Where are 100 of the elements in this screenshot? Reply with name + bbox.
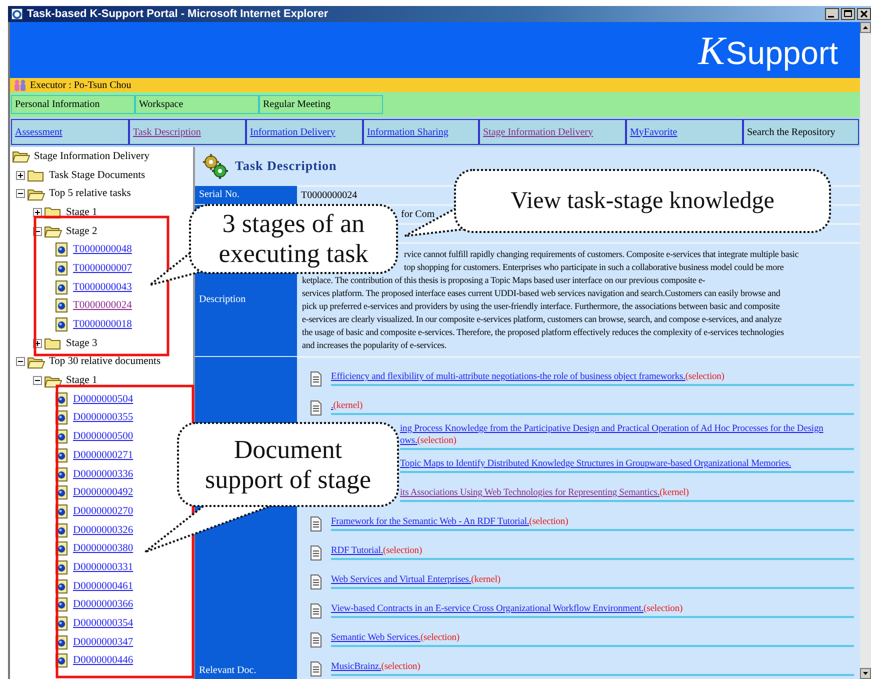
tree-link[interactable]: D0000000331	[73, 562, 134, 573]
tree-link[interactable]: D0000000380	[73, 543, 134, 554]
expander-icon[interactable]	[16, 170, 25, 180]
tree-link[interactable]: D0000000355	[73, 412, 134, 424]
tree-link[interactable]: T0000000018	[73, 319, 132, 330]
nav-label: Search the Repository	[747, 126, 836, 138]
folder-icon	[44, 224, 62, 238]
document-link[interactable]: its Associations Using Web Technologies for Representing Semantics.	[400, 488, 660, 498]
document-icon	[55, 260, 68, 276]
tree-link[interactable]: D0000000336	[73, 468, 134, 480]
expander-icon[interactable]	[33, 376, 42, 386]
tab[interactable]: Regular Meeting	[259, 95, 383, 114]
document-icon	[310, 660, 322, 676]
document-link[interactable]: Web Services and Virtual Enterprises.	[331, 575, 472, 585]
category-label: (selection)	[417, 436, 456, 446]
document-icon	[55, 242, 68, 258]
tree-link[interactable]: T0000000007	[73, 262, 132, 274]
tree-label[interactable]: Stage Information Delivery	[34, 150, 150, 162]
tree-label[interactable]: Stage 1	[66, 206, 98, 218]
tree-label[interactable]: Stage 1	[66, 375, 98, 386]
document-link[interactable]: View-based Contracts in an E-service Cross Organizational Workflow Environment.	[331, 604, 644, 614]
scroll-up-button[interactable]	[860, 22, 871, 33]
field-label: Serial No.	[199, 189, 240, 200]
description-line: the usage of basic and composite e-services. Therefore, the proposed platform effectively reduces the complexity of e-services technologies	[302, 326, 784, 339]
document-link[interactable]: Efficiency and flexibility of multi-attribute negotiations-the role of business object frameworks.	[331, 372, 686, 382]
callout-text: 3 stages of an executing task	[218, 209, 368, 269]
tree-link[interactable]: T0000000048	[73, 244, 132, 256]
category-label: (selection)	[383, 546, 422, 556]
tree-link[interactable]: D0000000500	[73, 431, 134, 442]
tree-label[interactable]: Stage 2	[66, 226, 98, 237]
tree-link[interactable]: D0000000270	[73, 506, 134, 517]
expander-icon[interactable]	[16, 357, 25, 366]
description-line: services platform. The proposed interface eases current UDDI-based web services navigation and search.Customers can easily browse and	[302, 287, 780, 300]
document-icon	[55, 317, 68, 332]
folder-icon	[27, 186, 45, 201]
folder-icon	[44, 374, 62, 388]
document-link[interactable]: Framework for the Semantic Web - An RDF Tutorial.	[331, 517, 530, 527]
description-line: and increases the popularity of e-services.	[302, 339, 446, 352]
document-link[interactable]: ing Process Knowledge from the Participative Design and Practical Operation of Ad Hoc Processes for the Design	[400, 424, 824, 434]
tree-link[interactable]: D0000000271	[73, 450, 134, 461]
tree-link[interactable]: T0000000024	[73, 300, 132, 312]
description-line: top shopping for customers. Enterprises who participate in such a collaborative business model could be more	[404, 261, 784, 274]
document-link[interactable]: ows.	[400, 436, 418, 446]
folder-icon	[27, 354, 45, 369]
scroll-down-button[interactable]	[860, 668, 871, 679]
nav-link[interactable]: MyFavorite	[630, 126, 678, 138]
document-link[interactable]: Semantic Web Services.	[331, 633, 420, 643]
expander-icon[interactable]	[16, 189, 25, 198]
tab[interactable]: Workspace	[135, 95, 259, 114]
document-icon	[55, 280, 68, 295]
document-icon	[310, 516, 322, 532]
description-line: pick up preferred e-services and providers by using the user-friendly interface. Furthermore, the associations between basic and composite	[302, 300, 780, 313]
category-label: (selection)	[420, 633, 460, 643]
document-icon	[310, 574, 322, 590]
minimize-button[interactable]	[825, 8, 839, 20]
logo: KSupport	[698, 26, 838, 74]
tree-link[interactable]: D0000000504	[73, 394, 134, 405]
folder-icon	[27, 168, 45, 182]
tree-label[interactable]: Task Stage Documents	[49, 170, 146, 181]
window-title: Task-based K-Support Portal - Microsoft Internet Explorer	[27, 8, 328, 20]
document-icon	[310, 544, 322, 560]
field-value: T0000000024	[301, 190, 358, 201]
category-label: (kernel)	[333, 401, 363, 411]
tree-link[interactable]: D0000000446	[73, 655, 134, 666]
tree-link[interactable]: D0000000492	[73, 487, 134, 498]
document-icon	[310, 400, 322, 416]
nav-link[interactable]: Assessment	[15, 126, 62, 138]
document-link[interactable]: RDF Tutorial.	[331, 546, 384, 556]
tree-link[interactable]: T0000000043	[73, 282, 132, 293]
tree-link[interactable]: D0000000347	[73, 636, 134, 648]
document-icon	[55, 298, 68, 314]
expander-icon[interactable]	[33, 208, 42, 217]
callout-text: View task-stage knowledge	[510, 187, 774, 216]
tree-label[interactable]: Top 5 relative tasks	[49, 188, 131, 200]
section-title: Task Description	[235, 158, 337, 174]
maximize-button[interactable]	[841, 8, 855, 20]
tree-link[interactable]: D0000000461	[73, 580, 134, 592]
description-line: rvice cannot fulfill rapidly changing requirements of customers. Composite e-services that integrate multiple basic	[404, 248, 799, 261]
tree-link[interactable]: D0000000326	[73, 524, 134, 536]
category-label: (kernel)	[471, 575, 500, 585]
description-line: ketplace. The contribution of this thesis is proposing a Topic Maps based user interface on our previous composite e-	[302, 274, 706, 287]
document-icon	[310, 632, 322, 648]
category-label: (selection)	[381, 662, 420, 672]
category-label: (kernel)	[660, 488, 689, 498]
tree-label[interactable]: Stage 3	[66, 338, 98, 349]
people-icon	[13, 79, 27, 91]
document-link[interactable]: MusicBrainz.	[331, 662, 382, 672]
category-label: (selection)	[644, 604, 683, 614]
document-icon	[310, 602, 322, 618]
tab[interactable]: Personal Information	[11, 95, 135, 114]
document-link[interactable]: .	[331, 401, 334, 411]
tree-link[interactable]: D0000000354	[73, 618, 134, 630]
field-label: Description	[199, 294, 246, 305]
category-label: (selection)	[529, 517, 568, 527]
tree-link[interactable]: D0000000366	[73, 599, 134, 610]
gears-icon	[201, 153, 229, 179]
close-button[interactable]	[857, 8, 871, 20]
document-link[interactable]: Topic Maps to Identify Distributed Knowledge Structures in Groupware-based Organizational Memories.	[400, 459, 792, 469]
callout-text: Document support of stage	[204, 434, 372, 494]
tree-label[interactable]: Top 30 relative documents	[49, 356, 161, 368]
